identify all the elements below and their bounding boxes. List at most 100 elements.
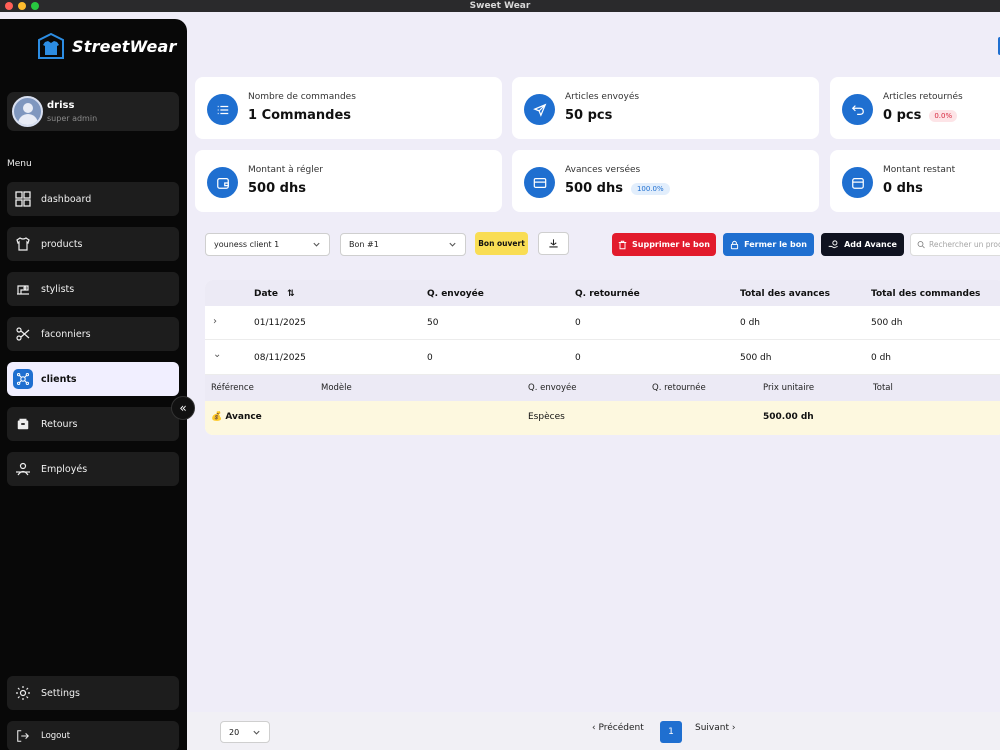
column-header-date[interactable]: Date ⇅ [254, 289, 295, 299]
undo-icon [842, 94, 873, 125]
stat-value: 0 dhs [883, 181, 923, 196]
column-header-orders: Total des commandes [871, 289, 981, 299]
logout-button[interactable]: Logout [7, 721, 179, 750]
sidebar-item-label: Settings [41, 687, 80, 699]
collapse-sidebar-button[interactable]: « [171, 396, 195, 420]
sidebar-item-dashboard[interactable]: dashboard [7, 182, 179, 216]
bon-select[interactable]: Bon #1 [340, 233, 466, 256]
user-role: super admin [47, 114, 98, 123]
sidebar-item-label: dashboard [41, 193, 92, 205]
previous-page-button[interactable]: ‹ Précédent [592, 723, 644, 733]
cell-sent: 0 [427, 353, 433, 363]
scissors-icon [13, 324, 33, 344]
table-row[interactable]: › 01/11/2025 50 0 0 dh 500 dh [205, 306, 1000, 340]
window-titlebar: Sweet Wear [0, 0, 1000, 12]
stat-card-montant-restant: Montant restant 0 dhs [830, 150, 1000, 212]
next-page-button[interactable]: Suivant › [695, 723, 735, 733]
detail-header-sent: Q. envoyée [528, 383, 577, 393]
add-advance-button[interactable]: Add Avance [821, 233, 904, 256]
sidebar-item-settings[interactable]: Settings [7, 676, 179, 710]
stat-label: Montant restant [883, 165, 956, 175]
cell-returned: 0 [575, 353, 581, 363]
double-chevron-left-icon: « [179, 401, 187, 415]
cell-orders: 500 dh [871, 318, 903, 328]
money-bag-icon: 💰 [211, 412, 223, 422]
sidebar-item-label: stylists [41, 283, 75, 295]
sidebar-item-clients[interactable]: clients [7, 362, 179, 396]
cell-advances: 500 dh [740, 353, 772, 363]
orders-table: Date ⇅ Q. envoyée Q. retournée Total des… [205, 280, 1000, 435]
search-field[interactable] [910, 233, 1000, 256]
search-input[interactable] [929, 240, 1000, 249]
chevron-down-icon [253, 730, 260, 735]
stat-card-articles-envoyes: Articles envoyés 50 pcs [512, 77, 819, 139]
cell-returned: 0 [575, 318, 581, 328]
detail-header-total: Total [873, 383, 893, 393]
logout-icon [13, 726, 33, 746]
column-header-sent: Q. envoyée [427, 289, 484, 299]
detail-header-reference: Référence [211, 383, 254, 393]
cell-date: 08/11/2025 [254, 353, 306, 363]
stat-label: Articles envoyés [565, 92, 640, 102]
close-bon-button[interactable]: Fermer le bon [723, 233, 814, 256]
sewing-machine-icon [13, 279, 33, 299]
client-select[interactable]: youness client 1 [205, 233, 330, 256]
gear-icon [13, 683, 33, 703]
chevron-down-icon[interactable]: ⌄ [213, 349, 221, 360]
stat-label: Articles retournés [883, 92, 963, 102]
sidebar-item-label: Retours [41, 418, 78, 430]
stat-value: 500 dhs [248, 181, 306, 196]
chevron-right-icon[interactable]: › [213, 316, 217, 327]
brand-logo: StreetWear [36, 33, 177, 59]
trash-icon [618, 240, 627, 249]
sidebar: StreetWear driss super admin Menu dashbo… [0, 19, 195, 750]
sort-icon[interactable]: ⇅ [287, 289, 295, 299]
sidebar-item-label: products [41, 238, 83, 250]
sidebar-item-employes[interactable]: Employés [7, 452, 179, 486]
stat-value: 1 Commandes [248, 108, 352, 123]
chevron-left-icon: ‹ [592, 723, 596, 733]
chevron-right-icon: › [731, 723, 736, 733]
pagination-bar: 20 ‹ Précédent 1 Suivant › [187, 712, 1000, 750]
sidebar-item-products[interactable]: products [7, 227, 179, 261]
current-page-button[interactable]: 1 [660, 721, 682, 743]
stat-value: 500 dhs 100.0% [565, 181, 670, 196]
sidebar-item-stylists[interactable]: stylists [7, 272, 179, 306]
detail-table-header: Référence Modèle Q. envoyée Q. retournée… [205, 375, 1000, 401]
sidebar-item-label: Employés [41, 463, 88, 475]
status-badge: 0.0% [929, 109, 958, 122]
table-row[interactable]: ⌄ 08/11/2025 0 0 500 dh 0 dh [205, 341, 1000, 375]
menu-heading: Menu [7, 159, 32, 169]
stat-label: Montant à régler [248, 165, 323, 175]
sidebar-item-label: clients [41, 373, 77, 385]
cell-sent: 50 [427, 318, 439, 328]
money-hand-icon [828, 239, 838, 248]
brand-name: StreetWear [72, 36, 177, 56]
grid-icon [13, 189, 33, 209]
delete-bon-button[interactable]: Supprimer le bon [612, 233, 716, 256]
chevron-down-icon [449, 242, 456, 247]
card-icon [524, 167, 555, 198]
stat-card-articles-retournes: Articles retournés 0 pcs 0.0% [830, 77, 1000, 139]
chevron-down-icon [313, 242, 320, 247]
download-button[interactable] [538, 232, 569, 255]
stat-value: 50 pcs [565, 108, 613, 123]
detail-header-returned: Q. retournée [652, 383, 706, 393]
detail-unit-price: 500.00 dh [763, 412, 814, 422]
column-header-advances: Total des avances [740, 289, 830, 299]
list-icon [207, 94, 238, 125]
stat-value: 0 pcs 0.0% [883, 108, 958, 123]
detail-header-unit-price: Prix unitaire [763, 383, 815, 393]
lock-icon [730, 240, 739, 249]
stat-card-commandes: Nombre de commandes 1 Commandes [195, 77, 502, 139]
sidebar-item-label: faconniers [41, 328, 91, 340]
page-size-select[interactable]: 20 [220, 721, 270, 743]
detail-header-model: Modèle [321, 383, 352, 393]
stat-label: Nombre de commandes [248, 92, 356, 102]
sidebar-item-faconniers[interactable]: faconniers [7, 317, 179, 351]
user-profile[interactable]: driss super admin [7, 92, 179, 131]
sidebar-item-retours[interactable]: Retours [7, 407, 179, 441]
stat-card-montant-a-regler: Montant à régler 500 dhs [195, 150, 502, 212]
cell-advances: 0 dh [740, 318, 761, 328]
search-icon [917, 241, 925, 249]
